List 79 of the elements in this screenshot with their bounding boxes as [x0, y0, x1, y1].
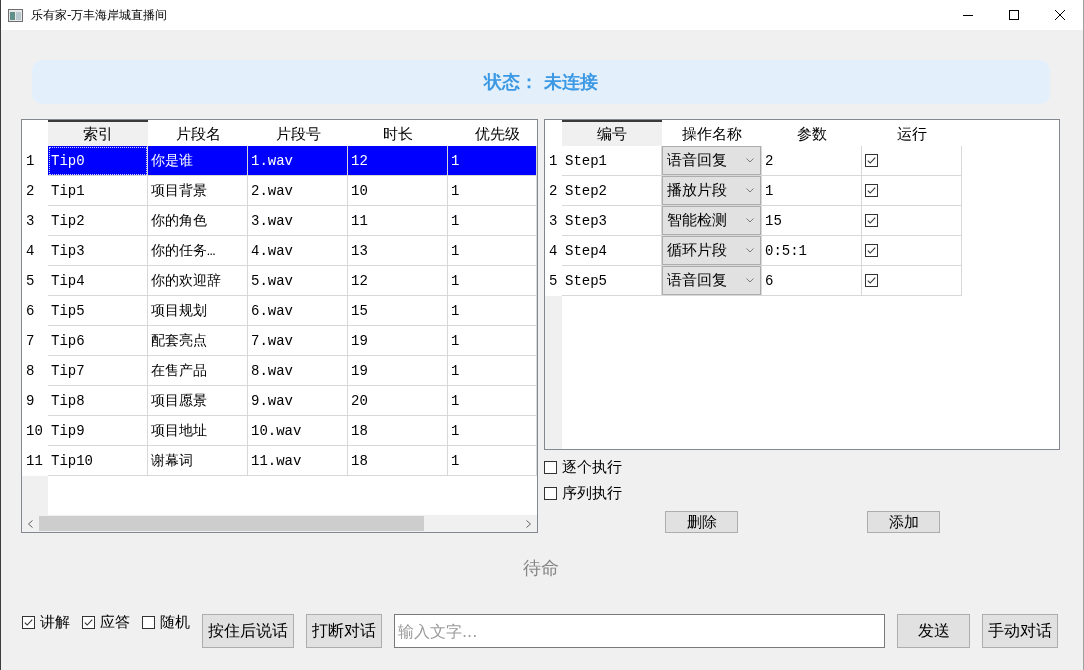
row-number: 3 [545, 206, 562, 236]
row-number: 3 [22, 206, 48, 236]
table-row[interactable]: Tip0 你是谁 1.wav 12 1 [48, 146, 537, 176]
operation-dropdown[interactable]: 语音回复 [662, 266, 761, 295]
row-number: 8 [22, 356, 48, 386]
row-number: 7 [22, 326, 48, 356]
table-cell: Tip0 [48, 146, 148, 176]
table-row[interactable]: Tip6 配套亮点 7.wav 19 1 [48, 326, 537, 356]
table-cell: 谢幕词 [148, 446, 248, 476]
table-row[interactable]: Tip8 项目愿景 9.wav 20 1 [48, 386, 537, 416]
text-input[interactable]: 输入文字... [394, 614, 885, 648]
action-button[interactable]: 发送 [897, 614, 970, 648]
minimize-icon [963, 14, 973, 16]
row-number: 6 [22, 296, 48, 326]
row-number: 11 [22, 446, 48, 476]
chevron-left-icon [28, 519, 33, 528]
table-row[interactable]: Tip4 你的欢迎辞 5.wav 12 1 [48, 266, 537, 296]
chevron-down-icon [746, 248, 754, 253]
table-cell: 6 [762, 266, 862, 296]
chevron-down-icon [746, 158, 754, 163]
table-cell: 11.wav [248, 446, 348, 476]
row-number: 4 [22, 236, 48, 266]
table-row[interactable]: Tip10 谢幕词 11.wav 18 1 [48, 446, 537, 476]
action-button[interactable]: 手动对话 [982, 614, 1058, 648]
maximize-icon [1009, 10, 1019, 20]
table-row[interactable]: Tip7 在售产品 8.wav 19 1 [48, 356, 537, 386]
action-button[interactable]: 打断对话 [306, 614, 382, 648]
row-number: 2 [545, 176, 562, 206]
operation-dropdown[interactable]: 循环片段 [662, 236, 761, 265]
checkbox[interactable]: 逐个执行 [544, 459, 622, 476]
row-number: 2 [22, 176, 48, 206]
operation-dropdown[interactable]: 播放片段 [662, 176, 761, 205]
operation-dropdown[interactable]: 智能检测 [662, 206, 761, 235]
scrollbar-thumb[interactable] [39, 516, 424, 531]
table-row[interactable]: Tip9 项目地址 10.wav 18 1 [48, 416, 537, 446]
table-cell: 15 [762, 206, 862, 236]
table-cell: 0:5:1 [762, 236, 862, 266]
table-row[interactable]: Tip1 项目背景 2.wav 10 1 [48, 176, 537, 206]
checkbox[interactable]: 随机 [142, 614, 190, 631]
chevron-right-icon [526, 519, 531, 528]
checkbox[interactable] [865, 154, 878, 167]
checkbox[interactable] [865, 214, 878, 227]
row-number: 5 [22, 266, 48, 296]
row-number: 9 [22, 386, 48, 416]
checkbox[interactable]: 讲解 [22, 614, 70, 631]
chevron-down-icon [746, 278, 754, 283]
checkbox[interactable] [865, 274, 878, 287]
table-cell: Tip10 [48, 446, 148, 476]
row-number: 4 [545, 236, 562, 266]
row-number: 1 [545, 146, 562, 176]
status-label: 状态： [484, 70, 538, 94]
state-text: 待命 [522, 557, 559, 579]
table-cell: 1 [448, 446, 537, 476]
close-icon [1055, 10, 1065, 20]
column-header[interactable]: 索引 [48, 120, 148, 146]
operation-dropdown[interactable]: 语音回复 [662, 146, 761, 175]
table-row[interactable]: Tip3 你的任务… 4.wav 13 1 [48, 236, 537, 266]
checkbox[interactable]: 应答 [82, 614, 130, 631]
row-number: 5 [545, 266, 562, 296]
checkbox[interactable] [865, 244, 878, 257]
status-value: 未连接 [544, 70, 598, 94]
window-title: 乐有家-万丰海岸城直播间 [31, 6, 168, 24]
table-cell: 18 [348, 446, 448, 476]
horizontal-scrollbar[interactable] [22, 515, 537, 532]
table-cell: 1 [762, 176, 862, 206]
row-number: 1 [22, 146, 48, 176]
table-cell: 2 [762, 146, 862, 176]
step-button[interactable]: 删除 [665, 511, 738, 533]
chevron-down-icon [746, 188, 754, 193]
table-row[interactable]: Tip2 你的角色 3.wav 11 1 [48, 206, 537, 236]
chevron-down-icon [746, 218, 754, 223]
row-number: 10 [22, 416, 48, 446]
checkbox[interactable] [865, 184, 878, 197]
app-window-icon [8, 8, 23, 22]
action-button[interactable]: 按住后说话 [202, 614, 294, 648]
column-header[interactable]: 编号 [562, 120, 662, 146]
checkbox[interactable]: 序列执行 [544, 485, 622, 502]
step-button[interactable]: 添加 [867, 511, 940, 533]
table-row[interactable]: Tip5 项目规划 6.wav 15 1 [48, 296, 537, 326]
